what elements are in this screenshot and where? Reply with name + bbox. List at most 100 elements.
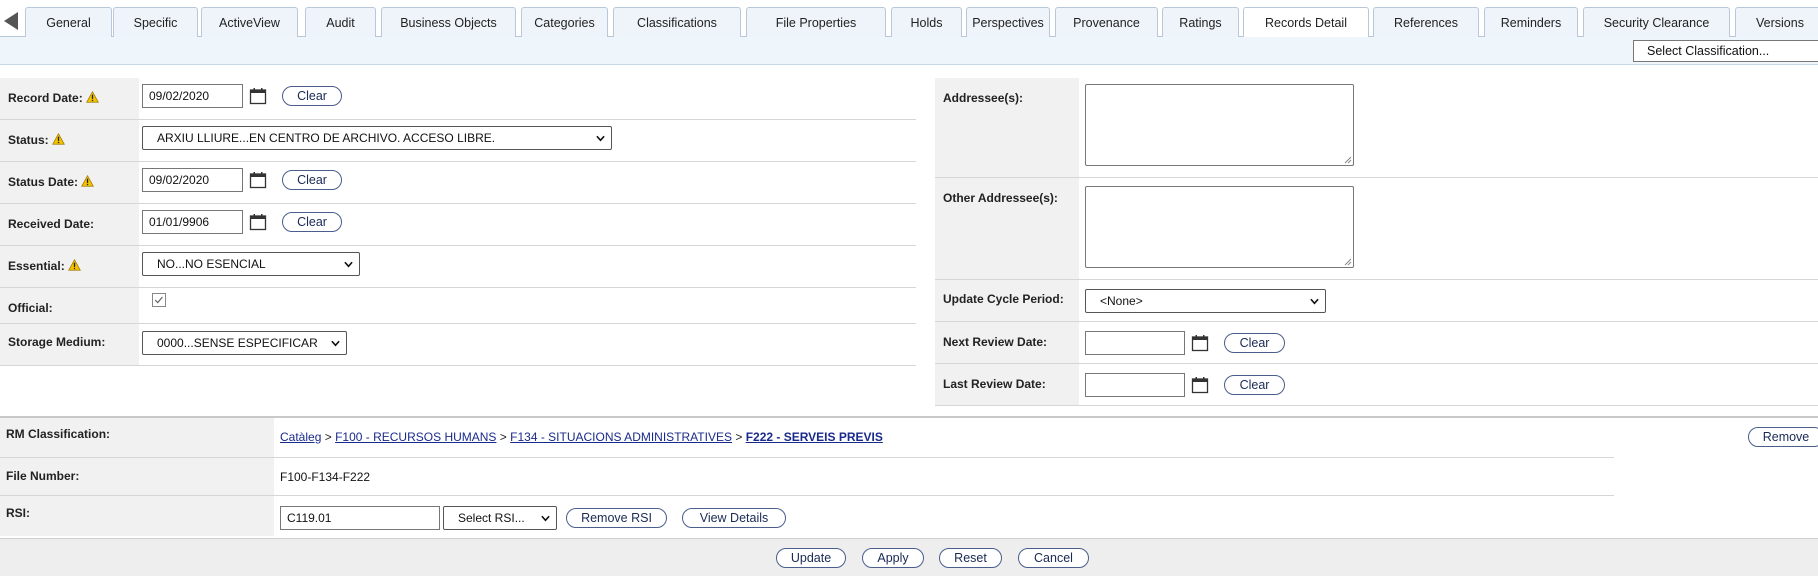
received-date-input[interactable]: 01/01/9906: [142, 210, 243, 234]
other-addressees-textarea[interactable]: [1085, 186, 1354, 268]
next-review-clear-button[interactable]: Clear: [1224, 333, 1285, 353]
essential-select[interactable]: NO...NO ESENCIAL: [142, 252, 360, 276]
breadcrumb-separator: >: [499, 430, 507, 444]
breadcrumb-link-f222[interactable]: F222 - SERVEIS PREVIS: [746, 430, 883, 444]
breadcrumb-link-f134[interactable]: F134 - SITUACIONS ADMINISTRATIVES: [510, 430, 732, 444]
storage-medium-row: Storage Medium: 0000...SENSE ESPECIFICAR: [0, 324, 916, 366]
apply-button[interactable]: Apply: [862, 548, 924, 568]
official-row: Official:: [0, 288, 916, 324]
tab-holds[interactable]: Holds: [891, 7, 962, 37]
calendar-icon[interactable]: [1191, 376, 1209, 394]
breadcrumb: Catàleg > F100 - RECURSOS HUMANS > F134 …: [280, 430, 883, 444]
rsi-input[interactable]: C119.01: [280, 506, 440, 530]
action-footer: Update Apply Reset Cancel: [0, 538, 1818, 576]
status-row: Status: ARXIU LLIURE...EN CENTRO DE ARCH…: [0, 120, 916, 162]
warning-icon: [81, 175, 94, 187]
resize-grip-icon[interactable]: [1344, 258, 1352, 266]
tab-versions[interactable]: Versions: [1735, 7, 1818, 37]
classification-toolbar: Select Classification...: [0, 37, 1818, 65]
chevron-down-icon: [1310, 298, 1319, 305]
rsi-label: RSI:: [0, 496, 274, 536]
next-review-input[interactable]: [1085, 331, 1185, 355]
chevron-down-icon: [596, 135, 605, 142]
status-date-input[interactable]: 09/02/2020: [142, 168, 243, 192]
warning-icon: [85, 91, 99, 103]
essential-label: Essential:: [0, 246, 139, 287]
tab-perspectives[interactable]: Perspectives: [966, 7, 1050, 37]
tab-audit[interactable]: Audit: [305, 7, 376, 37]
warning-icon: [51, 133, 65, 145]
received-date-clear-button[interactable]: Clear: [282, 212, 342, 232]
official-checkbox[interactable]: [152, 293, 166, 307]
calendar-icon[interactable]: [249, 213, 267, 231]
remove-classification-button[interactable]: Remove: [1748, 427, 1818, 447]
record-date-clear-button[interactable]: Clear: [282, 86, 342, 106]
cancel-button[interactable]: Cancel: [1018, 548, 1089, 568]
rm-classification-label: RM Classification:: [0, 418, 274, 457]
breadcrumb-link-catalog[interactable]: Catàleg: [280, 430, 321, 444]
last-review-row: Last Review Date: Clear: [935, 364, 1818, 406]
reset-button[interactable]: Reset: [939, 548, 1002, 568]
status-label: Status:: [0, 120, 139, 161]
last-review-clear-button[interactable]: Clear: [1224, 375, 1285, 395]
file-number-value: F100-F134-F222: [280, 470, 371, 484]
arrow-left-icon[interactable]: [4, 12, 18, 30]
last-review-label: Last Review Date:: [935, 364, 1079, 405]
calendar-icon[interactable]: [249, 87, 267, 105]
tab-activeview[interactable]: ActiveView: [201, 7, 298, 37]
tab-security-clearance[interactable]: Security Clearance: [1583, 7, 1730, 37]
addressees-textarea[interactable]: [1085, 84, 1354, 166]
tab-ratings[interactable]: Ratings: [1162, 7, 1239, 37]
warning-icon: [67, 259, 81, 271]
status-date-clear-button[interactable]: Clear: [282, 170, 342, 190]
remove-rsi-button[interactable]: Remove RSI: [566, 508, 667, 528]
chevron-down-icon: [331, 340, 340, 347]
tab-categories[interactable]: Categories: [521, 7, 608, 37]
update-button[interactable]: Update: [776, 548, 846, 568]
select-rsi-select[interactable]: Select RSI...: [443, 506, 557, 530]
breadcrumb-separator: >: [735, 430, 743, 444]
record-date-input[interactable]: 09/02/2020: [142, 84, 243, 108]
chevron-down-icon: [541, 515, 550, 522]
essential-row: Essential: NO...NO ESENCIAL: [0, 246, 916, 288]
addressees-row: Addressee(s):: [935, 78, 1818, 178]
view-details-button[interactable]: View Details: [682, 508, 786, 528]
file-number-row: File Number:: [0, 458, 1614, 496]
resize-grip-icon[interactable]: [1344, 156, 1352, 164]
chevron-down-icon: [344, 261, 353, 268]
tab-general[interactable]: General: [25, 7, 112, 37]
breadcrumb-separator: >: [324, 430, 332, 444]
tab-specific[interactable]: Specific: [113, 7, 198, 37]
calendar-icon[interactable]: [1191, 334, 1209, 352]
tab-classifications[interactable]: Classifications: [613, 7, 741, 37]
check-icon: [154, 296, 163, 304]
select-classification-dropdown[interactable]: Select Classification...: [1633, 40, 1818, 62]
tab-references[interactable]: References: [1373, 7, 1479, 37]
status-date-row: Status Date: 09/02/2020 Clear: [0, 162, 916, 204]
tab-business-objects[interactable]: Business Objects: [381, 7, 516, 37]
status-date-label: Status Date:: [0, 162, 139, 203]
addressees-label: Addressee(s):: [935, 78, 1079, 177]
tab-reminders[interactable]: Reminders: [1484, 7, 1578, 37]
update-cycle-row: Update Cycle Period: <None>: [935, 280, 1818, 322]
tab-strip: General Specific ActiveView Audit Business O…: [0, 0, 1818, 38]
tab-records-detail[interactable]: Records Detail: [1243, 7, 1369, 38]
storage-medium-select[interactable]: 0000...SENSE ESPECIFICAR: [142, 331, 347, 355]
received-date-row: Received Date: 01/01/9906 Clear: [0, 204, 916, 246]
next-review-label: Next Review Date:: [935, 322, 1079, 363]
tab-provenance[interactable]: Provenance: [1055, 7, 1158, 37]
status-select[interactable]: ARXIU LLIURE...EN CENTRO DE ARCHIVO. ACC…: [142, 126, 612, 150]
tab-file-properties[interactable]: File Properties: [746, 7, 886, 37]
record-date-row: Record Date: 09/02/2020 Clear: [0, 78, 916, 120]
calendar-icon[interactable]: [249, 171, 267, 189]
breadcrumb-link-f100[interactable]: F100 - RECURSOS HUMANS: [335, 430, 496, 444]
update-cycle-label: Update Cycle Period:: [935, 280, 1079, 321]
update-cycle-select[interactable]: <None>: [1085, 289, 1326, 313]
rsi-row: RSI:: [0, 496, 1614, 536]
storage-medium-label: Storage Medium:: [0, 324, 139, 365]
last-review-input[interactable]: [1085, 373, 1185, 397]
other-addressees-row: Other Addressee(s):: [935, 178, 1818, 280]
official-label: Official:: [0, 288, 139, 323]
other-addressees-label: Other Addressee(s):: [935, 178, 1079, 279]
file-number-label: File Number:: [0, 458, 274, 495]
